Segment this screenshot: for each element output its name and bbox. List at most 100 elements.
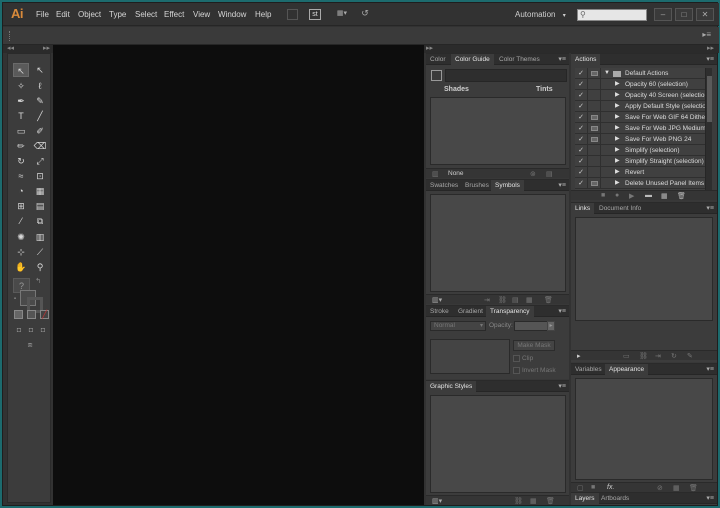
panel-menu-icon[interactable]: ▾≡: [706, 203, 714, 214]
symbol-sprayer-tool-icon[interactable]: ✺: [13, 230, 29, 244]
pencil-tool-icon[interactable]: ✏: [13, 139, 29, 153]
rotate-tool-icon[interactable]: ↻: [13, 154, 29, 168]
appearance-list[interactable]: [575, 378, 713, 480]
search-input[interactable]: ⚲: [577, 9, 647, 21]
toggle-check-icon[interactable]: ✓: [575, 123, 588, 134]
bridge-icon[interactable]: [287, 9, 298, 20]
control-bar-menu-icon[interactable]: ▸≡: [702, 30, 711, 39]
hand-tool-icon[interactable]: ✋: [13, 260, 29, 274]
graphic-style-libraries-icon[interactable]: ▥▾: [432, 497, 442, 505]
symbol-options-icon[interactable]: ▤: [512, 296, 519, 304]
new-action-icon[interactable]: ▦: [661, 192, 668, 200]
artboard-tool-icon[interactable]: ⊹: [13, 245, 29, 259]
menu-window[interactable]: Window: [218, 10, 246, 19]
dialog-toggle[interactable]: [588, 90, 601, 101]
harmony-rules-bar[interactable]: [445, 69, 567, 82]
tab-swatches[interactable]: Swatches: [426, 180, 462, 191]
collapse-right-icon[interactable]: ▸▸: [707, 44, 714, 52]
collapse-triangle-icon[interactable]: ▶: [615, 156, 620, 167]
tab-document-info[interactable]: Document Info: [595, 203, 645, 214]
new-set-icon[interactable]: ▬: [645, 192, 652, 199]
panel-menu-icon[interactable]: ▾≡: [558, 306, 566, 317]
dialog-toggle[interactable]: [588, 101, 601, 112]
update-link-icon[interactable]: ↻: [671, 352, 677, 360]
collapse-triangle-icon[interactable]: ▶: [615, 134, 620, 145]
paintbrush-tool-icon[interactable]: ✐: [32, 124, 48, 138]
type-tool-icon[interactable]: T: [13, 109, 29, 123]
symbols-list[interactable]: [430, 194, 566, 292]
dialog-toggle[interactable]: [588, 156, 601, 167]
actions-scrollbar[interactable]: [705, 68, 712, 190]
relink-icon[interactable]: ⛓: [639, 352, 648, 360]
base-color-swatch[interactable]: [431, 70, 442, 81]
gradient-tool-icon[interactable]: ▤: [32, 199, 48, 213]
relink-cc-icon[interactable]: ▭: [623, 352, 630, 360]
zoom-tool-icon[interactable]: ⚲: [32, 260, 48, 274]
edit-colors-icon[interactable]: ⊚: [530, 170, 536, 178]
make-mask-button[interactable]: Make Mask: [513, 340, 555, 351]
tab-graphic-styles[interactable]: Graphic Styles: [426, 381, 477, 392]
panel-menu-icon[interactable]: ▾≡: [558, 180, 566, 191]
invert-mask-checkbox[interactable]: [513, 367, 520, 374]
toggle-check-icon[interactable]: ✓: [575, 68, 588, 79]
width-tool-icon[interactable]: ≈: [13, 169, 29, 183]
document-canvas[interactable]: [53, 45, 424, 505]
dialog-toggle[interactable]: [588, 79, 601, 90]
control-bar-grip[interactable]: [9, 31, 11, 41]
toggle-check-icon[interactable]: ✓: [575, 90, 588, 101]
symbol-libraries-icon[interactable]: ▥▾: [432, 296, 442, 304]
tab-links[interactable]: Links: [571, 203, 595, 214]
delete-action-icon[interactable]: 🗑: [677, 192, 686, 200]
toggle-check-icon[interactable]: ✓: [575, 156, 588, 167]
curvature-tool-icon[interactable]: ✎: [32, 94, 48, 108]
menu-view[interactable]: View: [193, 10, 210, 19]
dialog-toggle[interactable]: [588, 134, 601, 145]
action-row[interactable]: ✓ ▶ Save For Web GIF 64 Dithe...: [575, 112, 709, 123]
scrollbar-thumb[interactable]: [707, 76, 712, 122]
tab-stroke[interactable]: Stroke: [426, 306, 453, 317]
action-set-row[interactable]: ✓ ▼ Default Actions: [575, 68, 709, 79]
panel-menu-icon[interactable]: ▾≡: [706, 364, 714, 375]
document-setup-icon[interactable]: st: [309, 9, 321, 20]
workspace-switcher[interactable]: Automation ▾: [515, 10, 566, 19]
collapse-triangle-icon[interactable]: ▶: [615, 123, 620, 134]
add-effect-icon[interactable]: fx.: [607, 484, 614, 491]
break-link-icon[interactable]: ⛓: [498, 296, 507, 304]
dialog-toggle[interactable]: [588, 112, 601, 123]
show-link-info-icon[interactable]: ▸: [577, 352, 581, 360]
toggle-check-icon[interactable]: ✓: [575, 145, 588, 156]
none-mode-icon[interactable]: ╱: [40, 310, 49, 319]
panel-menu-icon[interactable]: ▾≡: [558, 54, 566, 65]
graphic-styles-list[interactable]: [430, 395, 566, 493]
rectangle-tool-icon[interactable]: ▭: [13, 124, 29, 138]
tab-brushes[interactable]: Brushes: [461, 180, 493, 191]
new-symbol-icon[interactable]: ▦: [526, 296, 533, 304]
expand-triangle-icon[interactable]: ▼: [604, 68, 610, 79]
draw-normal-icon[interactable]: ◘: [14, 324, 24, 334]
menu-edit[interactable]: Edit: [56, 10, 70, 19]
toggle-check-icon[interactable]: ✓: [575, 178, 588, 189]
menu-effect[interactable]: Effect: [164, 10, 184, 19]
collapse-panels-icon[interactable]: ▸▸: [426, 44, 433, 52]
limit-swatches-icon[interactable]: ▥: [432, 170, 439, 178]
dialog-toggle[interactable]: [588, 123, 601, 134]
direct-selection-tool-icon[interactable]: ↖: [32, 63, 48, 77]
delete-style-icon[interactable]: 🗑: [546, 497, 555, 505]
menu-file[interactable]: File: [36, 10, 49, 19]
tab-artboards[interactable]: Artboards: [597, 493, 633, 504]
action-row[interactable]: ✓ ▶ Opacity 40 Screen (selection): [575, 90, 709, 101]
edit-original-icon[interactable]: ✎: [687, 352, 693, 360]
collapse-triangle-icon[interactable]: ▶: [615, 101, 620, 112]
column-graph-tool-icon[interactable]: ▥: [32, 230, 48, 244]
dialog-toggle[interactable]: [588, 167, 601, 178]
duplicate-item-icon[interactable]: ▦: [673, 484, 680, 492]
toggle-check-icon[interactable]: ✓: [575, 134, 588, 145]
shape-builder-tool-icon[interactable]: ◔: [13, 184, 29, 198]
opacity-field[interactable]: ▸: [514, 321, 555, 331]
default-fill-stroke-icon[interactable]: ▪: [11, 292, 19, 302]
eraser-tool-icon[interactable]: ⌫: [32, 139, 48, 153]
close-button[interactable]: ✕: [696, 8, 714, 21]
new-style-icon[interactable]: ▦: [530, 497, 537, 505]
tab-layers[interactable]: Layers: [571, 493, 599, 504]
arrange-documents-icon[interactable]: ▦▾: [333, 9, 351, 20]
